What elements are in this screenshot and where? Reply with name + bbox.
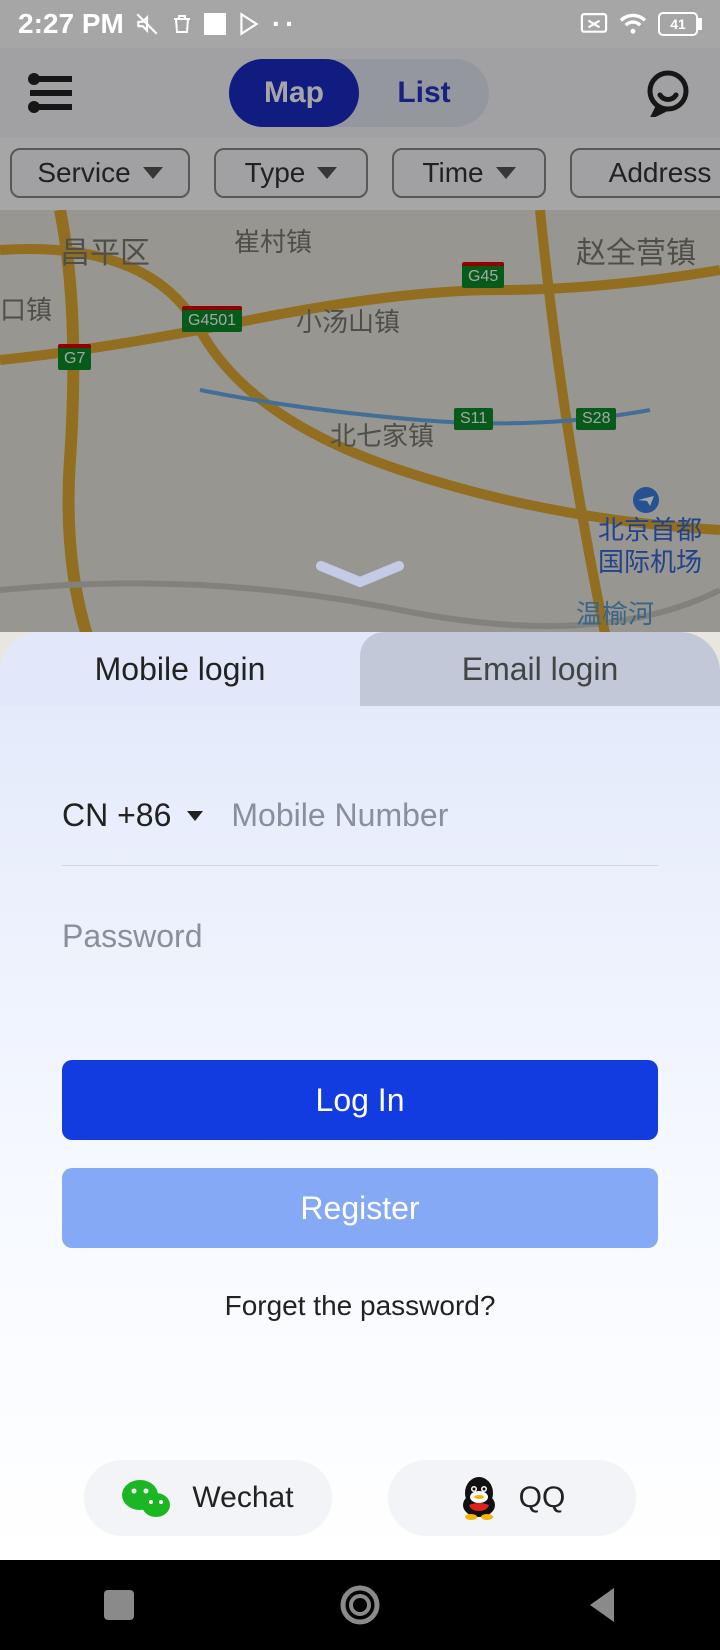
map-label: 崔村镇 [234,222,312,259]
filter-time[interactable]: Time [392,148,546,198]
mute-icon [134,11,160,37]
chevron-down-icon [317,167,337,179]
view-toggle: Map List [229,59,489,127]
wechat-icon [122,1477,172,1519]
list-tab[interactable]: List [359,59,489,127]
password-input-row: Password [62,886,658,986]
wechat-login-button[interactable]: Wechat [84,1460,332,1536]
trash-icon [170,11,194,37]
qq-icon [459,1475,499,1521]
mobile-input-row: CN +86 Mobile Number [62,766,658,866]
qq-login-button[interactable]: QQ [388,1460,636,1536]
login-button[interactable]: Log In [62,1060,658,1140]
country-code-label: CN +86 [62,797,171,834]
login-tabs: Mobile login Email login [0,632,720,706]
register-button[interactable]: Register [62,1168,658,1248]
svg-text:41: 41 [670,16,686,32]
square-icon [204,13,226,35]
map-tab[interactable]: Map [229,59,359,127]
road-shield: S28 [576,408,616,430]
filter-address[interactable]: Address [570,148,720,198]
filter-bar: Service Type Time Address [0,148,720,220]
status-bar: 2:27 PM ·· 41 [0,0,720,48]
sheet-handle-icon[interactable] [315,560,405,590]
country-code-select[interactable]: CN +86 [62,797,203,834]
map-label: 口镇 [0,290,52,327]
top-nav: Map List [0,48,720,138]
chat-icon[interactable] [644,69,692,117]
wifi-icon [618,12,648,36]
map-label: 国际机场 [598,542,702,579]
login-sheet: Mobile login Email login CN +86 Mobile N… [0,632,720,1560]
map-label: 小汤山镇 [296,302,400,339]
road-shield: G4501 [182,306,242,332]
play-store-icon [236,11,262,37]
filter-service[interactable]: Service [10,148,190,198]
cast-icon [580,13,608,35]
chevron-down-icon [187,811,203,821]
back-button[interactable] [584,1586,618,1624]
road-shield: G45 [462,262,504,288]
recent-apps-button[interactable] [102,1588,136,1622]
qq-label: QQ [519,1481,566,1515]
dots-icon: ·· [272,8,299,40]
home-button[interactable] [339,1584,381,1626]
wechat-label: Wechat [192,1481,293,1515]
social-login-row: Wechat QQ [0,1460,720,1536]
map-label: 北七家镇 [330,416,434,453]
battery-icon: 41 [658,12,702,36]
chevron-down-icon [496,167,516,179]
menu-icon[interactable] [28,73,74,113]
road-shield: G7 [58,344,91,370]
map-label: 赵全营镇 [576,228,696,272]
forgot-password-link[interactable]: Forget the password? [62,1290,658,1322]
filter-type[interactable]: Type [214,148,368,198]
map-label: 温榆河 [576,594,654,631]
status-time: 2:27 PM [18,8,124,40]
road-shield: S11 [454,408,493,430]
map-label: 昌平区 [60,228,150,272]
tab-mobile-login[interactable]: Mobile login [0,632,360,706]
system-nav-bar [0,1560,720,1650]
airport-icon [632,486,660,514]
chevron-down-icon [143,167,163,179]
tab-email-login[interactable]: Email login [360,632,720,706]
mobile-input[interactable]: Mobile Number [231,797,448,834]
password-input[interactable]: Password [62,918,203,955]
